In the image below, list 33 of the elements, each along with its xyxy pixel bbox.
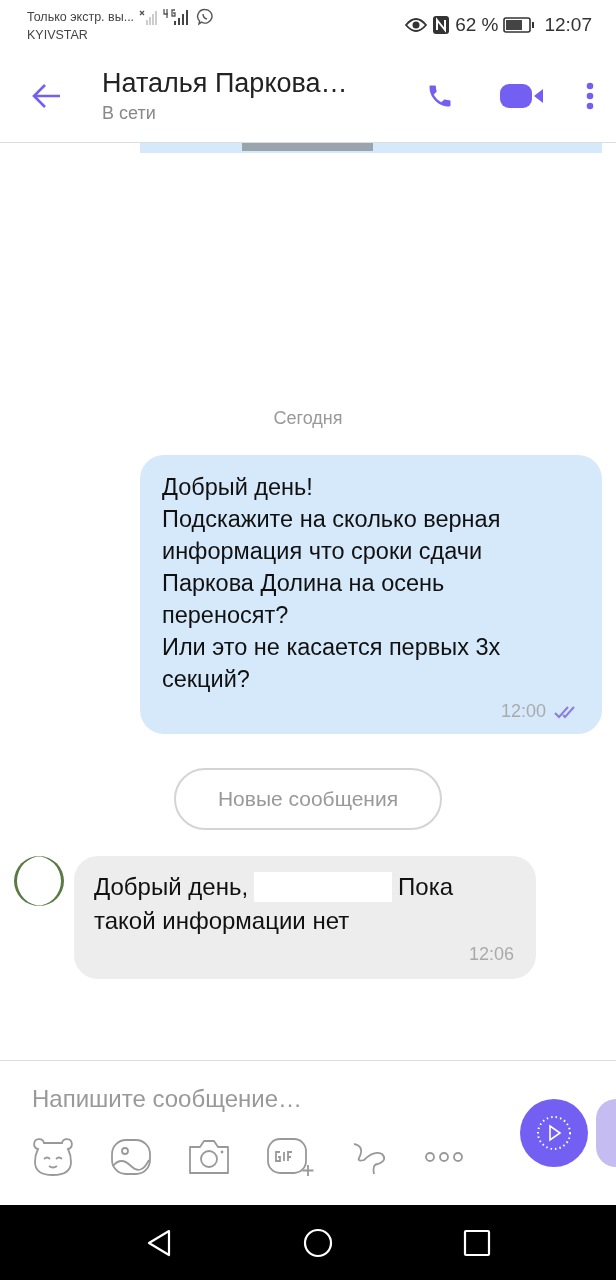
battery-percent: 62 %	[455, 14, 499, 36]
notification-text: Только экстр. вы...	[27, 10, 135, 24]
back-arrow-icon	[32, 83, 62, 109]
back-button[interactable]	[32, 83, 62, 109]
more-options-icon[interactable]	[586, 82, 594, 110]
chat-bubble-icon	[196, 8, 215, 26]
more-icon[interactable]	[424, 1150, 464, 1164]
message-input[interactable]: Напишите сообщение…	[30, 1081, 434, 1117]
message-time: 12:00	[500, 701, 546, 722]
bear-face-icon[interactable]	[30, 1137, 76, 1177]
image-icon[interactable]	[110, 1138, 152, 1176]
avatar[interactable]	[14, 856, 64, 906]
message-text: Пока	[398, 873, 454, 901]
camera-icon[interactable]	[186, 1137, 232, 1177]
nfc-icon	[432, 15, 451, 35]
gif-sticker-icon[interactable]	[266, 1137, 316, 1177]
signal-icon	[138, 9, 159, 25]
home-nav-icon[interactable]	[303, 1227, 333, 1258]
battery-icon	[503, 17, 536, 33]
recents-nav-icon[interactable]	[463, 1228, 491, 1257]
date-separator: Сегодня	[273, 408, 343, 429]
eye-icon	[405, 17, 428, 33]
message-text: Добрый день,	[94, 873, 249, 901]
contact-name[interactable]: Наталья Паркова…	[102, 68, 426, 99]
back-nav-icon[interactable]	[145, 1227, 173, 1258]
message-text: такой информации нет	[94, 907, 350, 935]
clock: 12:07	[544, 14, 592, 36]
message-text: Добрый день! Подскажите на сколько верная информация что сроки сдачи Паркова Долина на осень переносят? Или это не касается первых 3х секций?	[162, 473, 502, 694]
play-icon	[536, 1115, 572, 1151]
presence-status: В сети	[102, 103, 157, 124]
carrier-name: KYIVSTAR	[27, 28, 89, 42]
video-camera-icon[interactable]	[500, 82, 544, 110]
message-time: 12:06	[468, 944, 514, 965]
